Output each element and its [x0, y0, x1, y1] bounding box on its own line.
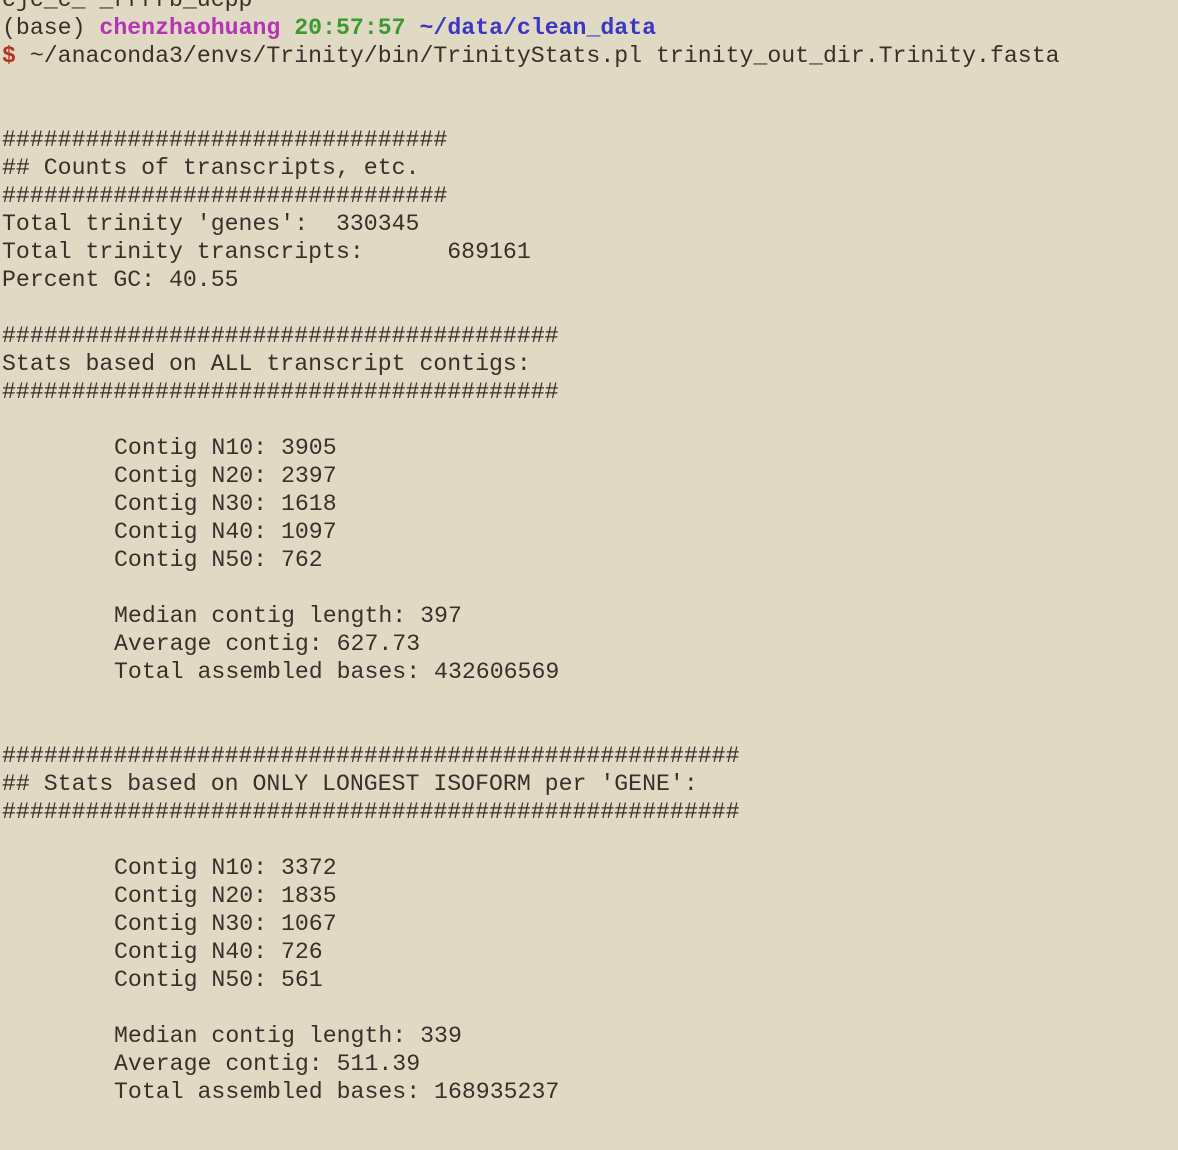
longest-contig-n50: Contig N50: 561 — [114, 967, 323, 993]
terminal-window[interactable]: cjc_c_ _rrrrb_ucpp (base) chenzhaohuang … — [0, 0, 1178, 1150]
percent-gc-line: Percent GC: 40.55 — [2, 267, 239, 293]
prompt-path: ~/data/clean_data — [419, 15, 657, 41]
all-contigs-rule-bottom: ######################################## — [2, 379, 559, 405]
counts-rule-bottom: ################################ — [2, 183, 448, 209]
total-transcripts-line: Total trinity transcripts: 689161 — [2, 239, 531, 265]
longest-contig-n10: Contig N10: 3372 — [114, 855, 337, 881]
longest-isoform-rule-bottom: ########################################… — [2, 799, 740, 825]
shell-prompt-line: (base) chenzhaohuang 20:57:57 ~/data/cle… — [2, 14, 1060, 42]
all-contigs-rule-top: ######################################## — [2, 323, 559, 349]
counts-rule-top: ################################ — [2, 127, 448, 153]
counts-header: ## Counts of transcripts, etc. — [2, 155, 420, 181]
longest-isoform-header: ## Stats based on ONLY LONGEST ISOFORM p… — [2, 771, 698, 797]
all-contig-n50: Contig N50: 762 — [114, 547, 323, 573]
longest-contig-n20: Contig N20: 1835 — [114, 883, 337, 909]
all-contig-n20: Contig N20: 2397 — [114, 463, 337, 489]
all-median-contig-length: Median contig length: 397 — [114, 603, 462, 629]
all-total-assembled-bases: Total assembled bases: 432606569 — [114, 659, 560, 685]
prompt-dollar-sign: $ — [2, 43, 16, 69]
longest-contig-n30: Contig N30: 1067 — [114, 911, 337, 937]
terminal-output: cjc_c_ _rrrrb_ucpp (base) chenzhaohuang … — [2, 0, 1060, 1106]
longest-median-contig-length: Median contig length: 339 — [114, 1023, 462, 1049]
longest-contig-n40: Contig N40: 726 — [114, 939, 323, 965]
all-contig-n40: Contig N40: 1097 — [114, 519, 337, 545]
all-contig-n10: Contig N10: 3905 — [114, 435, 337, 461]
total-genes-line: Total trinity 'genes': 330345 — [2, 211, 420, 237]
command-line[interactable]: $ ~/anaconda3/envs/Trinity/bin/TrinitySt… — [2, 42, 1060, 70]
prompt-time: 20:57:57 — [294, 15, 406, 41]
longest-total-assembled-bases: Total assembled bases: 168935237 — [114, 1079, 560, 1105]
longest-average-contig: Average contig: 511.39 — [114, 1051, 421, 1077]
all-contigs-header: Stats based on ALL transcript contigs: — [2, 351, 531, 377]
longest-isoform-rule-top: ########################################… — [2, 743, 740, 769]
conda-env-label: (base) — [2, 15, 86, 41]
command-text: ~/anaconda3/envs/Trinity/bin/TrinityStat… — [29, 43, 1060, 69]
all-average-contig: Average contig: 627.73 — [114, 631, 421, 657]
prompt-username: chenzhaohuang — [99, 15, 281, 41]
all-contig-n30: Contig N30: 1618 — [114, 491, 337, 517]
clipped-previous-line: cjc_c_ _rrrrb_ucpp — [2, 0, 253, 13]
